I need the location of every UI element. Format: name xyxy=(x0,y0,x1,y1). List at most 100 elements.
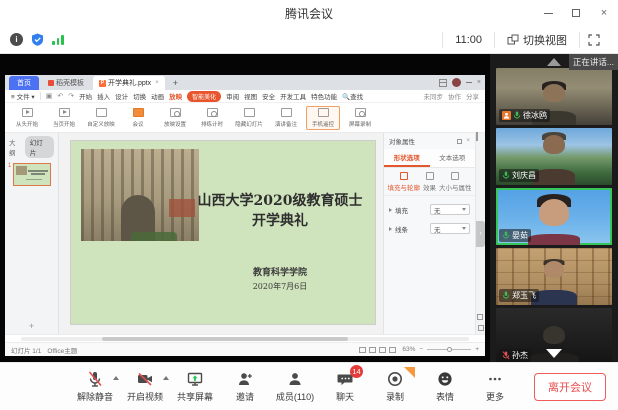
ribbon-hide-slide[interactable]: 隐藏幻灯片 xyxy=(232,108,266,128)
chat-button[interactable]: 14 聊天 xyxy=(320,370,370,403)
wps-document-tab-label: 开学典礼.pptx xyxy=(108,78,151,88)
video-options-caret[interactable] xyxy=(163,376,169,380)
horizontal-scrollbar[interactable] xyxy=(5,334,485,342)
new-tab-button[interactable]: + xyxy=(168,78,183,90)
scroll-down-arrow[interactable] xyxy=(546,349,562,358)
menu-animation[interactable]: 动画 xyxy=(151,91,164,101)
ribbon-custom-show[interactable]: 自定义放映 xyxy=(84,108,118,128)
tab-text-options[interactable]: 文本选项 xyxy=(430,149,476,167)
invite-button[interactable]: 邀请 xyxy=(220,370,270,403)
tab-shape-options[interactable]: 形状选项 xyxy=(384,149,430,167)
participant-video-tile[interactable]: 郑玉飞 xyxy=(496,248,612,305)
zoom-out-button[interactable]: − xyxy=(419,346,423,353)
normal-view-icon[interactable] xyxy=(359,347,366,353)
minimize-icon xyxy=(544,13,553,14)
wps-document-tab[interactable]: P开学典礼.pptx× xyxy=(93,76,165,90)
expand-triangle-icon[interactable] xyxy=(389,208,392,212)
record-button[interactable]: 录制 xyxy=(370,370,420,403)
fullscreen-button[interactable] xyxy=(580,34,608,46)
menu-view[interactable]: 视图 xyxy=(244,91,257,101)
undo-icon[interactable]: ↶ xyxy=(57,92,63,100)
menu-features[interactable]: 特色功能 xyxy=(311,91,337,101)
comment-tool-icon[interactable] xyxy=(477,314,483,320)
close-button[interactable]: × xyxy=(590,0,618,26)
pin-icon[interactable] xyxy=(457,139,462,144)
fill-select[interactable]: 无 xyxy=(430,204,470,215)
share-screen-label: 共享屏幕 xyxy=(177,390,213,403)
slide-thumbnail-1[interactable]: 1 xyxy=(8,163,56,186)
scrollbar-thumb[interactable] xyxy=(102,337,348,341)
unmute-button[interactable]: 解除静音 xyxy=(70,370,120,403)
ribbon-play-current[interactable]: 当页开始 xyxy=(47,108,81,128)
mic-options-caret[interactable] xyxy=(113,376,119,380)
security-shield-icon[interactable] xyxy=(31,33,44,46)
collab-button[interactable]: 协作 xyxy=(448,91,461,101)
maximize-button[interactable] xyxy=(562,0,590,26)
close-panel-icon[interactable]: × xyxy=(466,138,470,144)
wps-home-tab[interactable]: 首页 xyxy=(9,76,39,90)
apps-grid-icon[interactable] xyxy=(439,79,447,87)
wps-docer-tab[interactable]: 稻壳模板 xyxy=(42,76,90,90)
ribbon-meeting[interactable]: 会议 xyxy=(121,108,155,128)
network-signal-icon[interactable] xyxy=(52,34,64,45)
wps-file-menu[interactable]: ≡ 文件 ▾ xyxy=(11,91,35,101)
subtab-size-props[interactable]: 大小与属性 xyxy=(439,172,472,192)
menu-transition[interactable]: 切换 xyxy=(133,91,146,101)
panel-tool-icon[interactable] xyxy=(476,132,478,141)
slideshow-view-icon[interactable] xyxy=(389,347,396,353)
subtab-fill-outline[interactable]: 填充与轮廓 xyxy=(388,172,421,192)
sorter-view-icon[interactable] xyxy=(369,347,376,353)
reading-view-icon[interactable] xyxy=(379,347,386,353)
close-tab-icon[interactable]: × xyxy=(155,80,159,86)
chat-unread-badge: 14 xyxy=(350,365,363,378)
menu-review[interactable]: 审阅 xyxy=(226,91,239,101)
zoom-slider-knob[interactable] xyxy=(447,347,452,352)
wps-close-icon[interactable]: × xyxy=(477,79,481,86)
participant-video-tile[interactable]: 徐冰鸥 xyxy=(496,68,612,125)
wps-minimize-icon[interactable] xyxy=(466,82,472,83)
emoji-button[interactable]: 表情 xyxy=(420,370,470,403)
zoom-in-button[interactable]: + xyxy=(475,346,479,353)
redo-icon[interactable]: ↷ xyxy=(68,92,74,100)
menu-devtools[interactable]: 开发工具 xyxy=(280,91,306,101)
more-button[interactable]: 更多 xyxy=(470,370,520,403)
slides-tab[interactable]: 幻灯片 xyxy=(25,136,54,158)
menu-design[interactable]: 设计 xyxy=(115,91,128,101)
ribbon-rehearse[interactable]: 排练计时 xyxy=(195,108,229,128)
ribbon-speaker-notes[interactable]: 演讲备注 xyxy=(269,108,303,128)
share-screen-button[interactable]: 共享屏幕 xyxy=(170,370,220,403)
zoom-slider[interactable] xyxy=(427,349,471,350)
smart-beautify-pill-button[interactable]: 智能美化 xyxy=(187,91,221,102)
line-select[interactable]: 无 xyxy=(430,223,470,234)
fill-value: 无 xyxy=(434,205,441,215)
menu-start[interactable]: 开始 xyxy=(79,91,92,101)
expand-triangle-icon[interactable] xyxy=(389,227,392,231)
sync-status[interactable]: 未同步 xyxy=(424,91,444,101)
minimize-button[interactable] xyxy=(534,0,562,26)
outline-tab[interactable]: 大纲 xyxy=(9,137,22,157)
participant-video-tile[interactable]: 刘庆昌 xyxy=(496,128,612,185)
slide[interactable]: 山西大学2020级教育硕士 开学典礼 教育科学学院 2020年7月6日 xyxy=(71,141,375,324)
leave-meeting-button[interactable]: 离开会议 xyxy=(534,373,606,401)
meeting-info-icon[interactable]: i xyxy=(10,33,23,46)
menu-insert[interactable]: 插入 xyxy=(97,91,110,101)
menu-slideshow[interactable]: 放映 xyxy=(169,91,182,101)
subtab-effects[interactable]: 效果 xyxy=(423,172,436,192)
ribbon-show-settings[interactable]: 放映设置 xyxy=(158,108,192,128)
menu-security[interactable]: 安全 xyxy=(262,91,275,101)
start-video-button[interactable]: 开启视频 xyxy=(120,370,170,403)
add-slide-button[interactable]: + xyxy=(5,321,58,331)
save-icon[interactable]: ▣ xyxy=(46,92,53,100)
participant-video-tile-speaking[interactable]: 晏茹 xyxy=(496,188,612,245)
collapse-panel-handle[interactable]: › xyxy=(476,221,485,247)
ribbon-phone-remote[interactable]: 手机遥控 xyxy=(306,106,340,130)
wps-user-avatar[interactable] xyxy=(452,78,461,87)
switch-view-button[interactable]: 切换视图 xyxy=(494,32,580,48)
ribbon-screen-record[interactable]: 屏幕录制 xyxy=(343,108,377,128)
nav-tool-icon[interactable] xyxy=(478,325,484,331)
members-button[interactable]: 成员(110) xyxy=(270,370,320,403)
share-button[interactable]: 分享 xyxy=(466,91,479,101)
ribbon-play-from-start[interactable]: 从头开始 xyxy=(10,108,44,128)
scroll-up-arrow[interactable] xyxy=(547,58,561,66)
find-command[interactable]: 🔍查找 xyxy=(342,91,363,101)
